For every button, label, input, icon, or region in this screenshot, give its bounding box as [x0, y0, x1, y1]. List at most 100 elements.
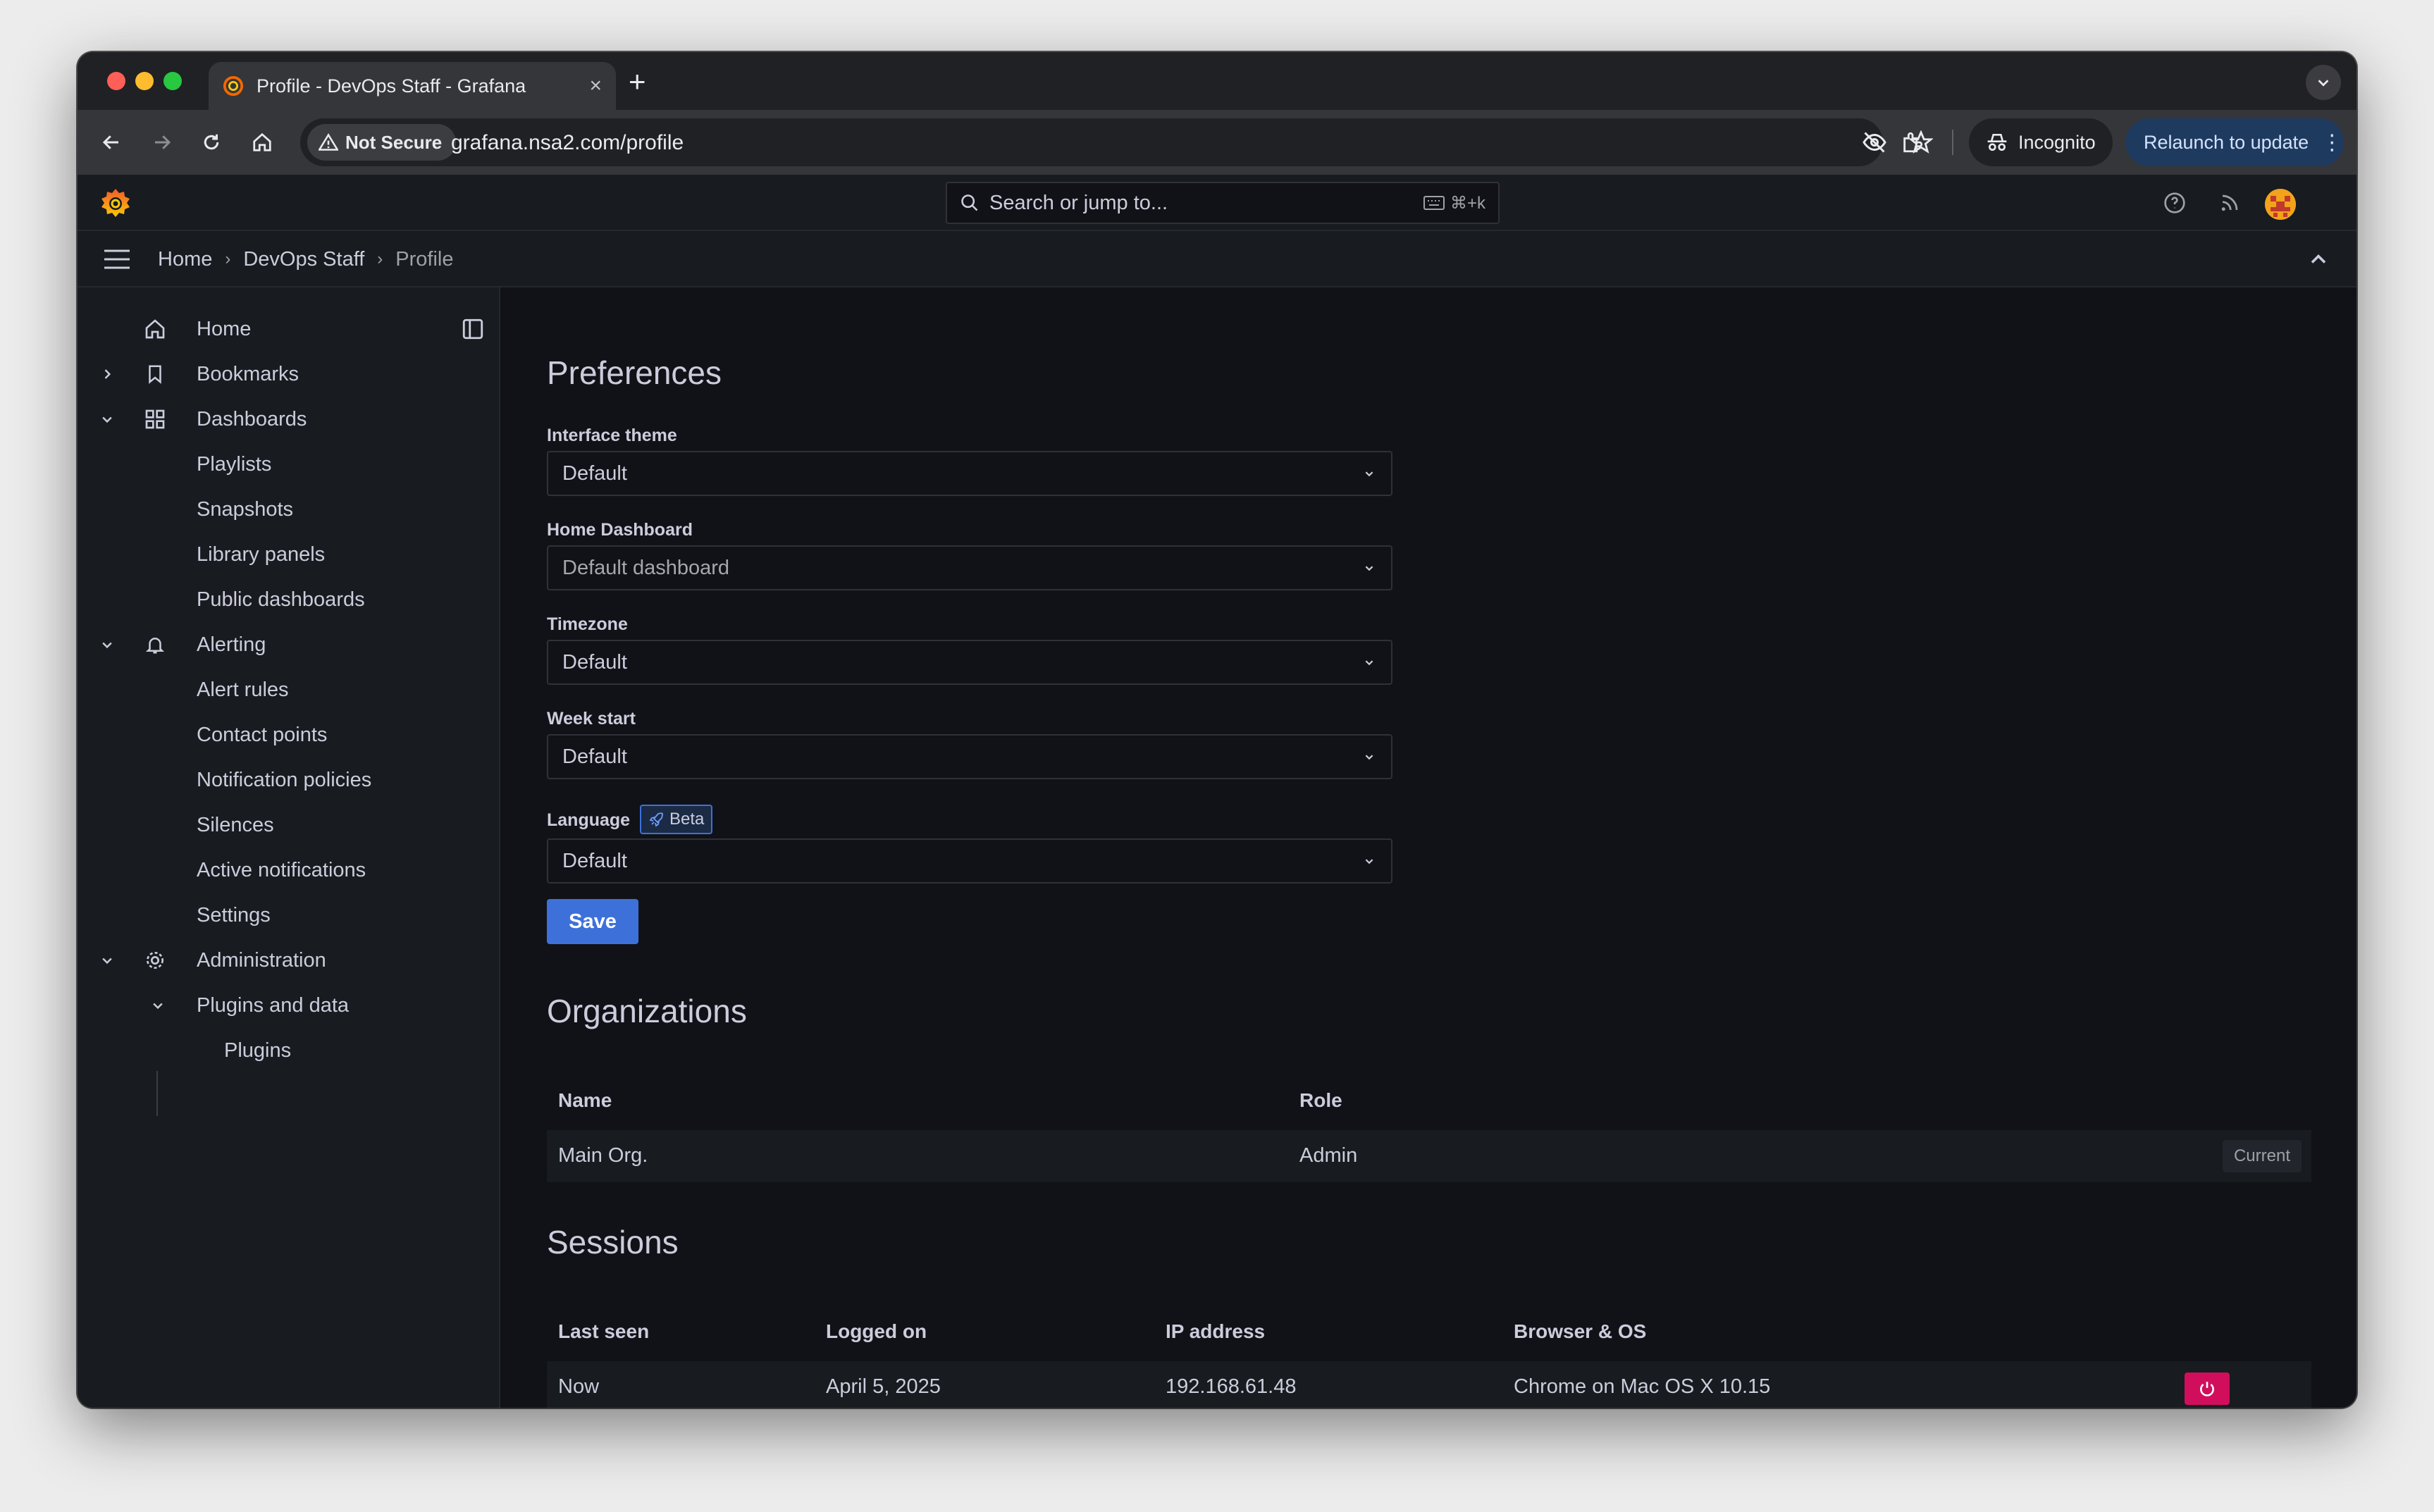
tab-close-icon[interactable]: × — [589, 74, 602, 98]
home-dashboard-value: Default dashboard — [562, 556, 729, 579]
grafana-favicon-icon — [223, 75, 244, 97]
preferences-title: Preferences — [547, 354, 722, 391]
sidebar-item-plugins-and-data[interactable]: Plugins and data — [78, 985, 500, 1026]
search-placeholder: Search or jump to... — [989, 191, 1168, 214]
sidebar-item-dashboards[interactable]: Dashboards — [78, 399, 500, 440]
sidebar-item-library-panels[interactable]: Library panels — [78, 534, 500, 575]
session-ip-cell: 192.168.61.48 — [1166, 1375, 1297, 1398]
more-vert-icon[interactable]: ⋮ — [2321, 130, 2342, 155]
interface-theme-select[interactable]: Default — [547, 451, 1392, 496]
revoke-session-button[interactable] — [2185, 1372, 2230, 1405]
chevron-down-icon — [2318, 80, 2329, 87]
beta-badge-label: Beta — [669, 810, 705, 829]
week-start-value: Default — [562, 745, 627, 768]
rss-icon[interactable] — [2217, 190, 2242, 216]
language-value: Default — [562, 849, 627, 872]
relaunch-button[interactable]: Relaunch to update ⋮ — [2125, 118, 2344, 166]
arrow-left-icon — [102, 135, 118, 149]
breadcrumb-separator: › — [225, 249, 231, 268]
save-button[interactable]: Save — [547, 899, 638, 944]
home-dashboard-select[interactable]: Default dashboard — [547, 545, 1392, 590]
sidebar-item-bookmarks[interactable]: Bookmarks — [78, 354, 500, 395]
sidebar-item-label: Settings — [197, 903, 271, 927]
tab-search-button[interactable] — [2306, 65, 2341, 100]
menu-icon[interactable] — [103, 248, 131, 271]
forward-button[interactable] — [142, 123, 182, 162]
search-input[interactable]: Search or jump to... ⌘+k — [946, 182, 1500, 224]
chevron-up-icon[interactable] — [2306, 247, 2331, 272]
security-label: Not Secure — [345, 131, 443, 153]
sidebar-item-alert-rules[interactable]: Alert rules — [78, 669, 500, 710]
language-select[interactable]: Default — [547, 838, 1392, 884]
sidebar-item-settings[interactable]: Settings — [78, 895, 500, 936]
sidebar-item-label: Silences — [197, 813, 274, 836]
breadcrumb-home[interactable]: Home — [158, 248, 212, 271]
table-row: Now April 5, 2025 192.168.61.48 Chrome o… — [547, 1361, 2311, 1408]
user-avatar-icon — [2265, 189, 2296, 220]
sidebar-item-snapshots[interactable]: Snapshots — [78, 489, 500, 530]
url-text[interactable]: grafana.nsa2.com/profile — [451, 131, 684, 155]
sidebar-item-label: Bookmarks — [197, 362, 299, 385]
minimize-window-button[interactable] — [135, 72, 154, 90]
chevron-down-icon[interactable] — [99, 636, 116, 653]
sidebar-item-label: Notification policies — [197, 768, 372, 791]
breadcrumb-bar: Home › DevOps Staff › Profile — [78, 231, 2356, 287]
home-button[interactable] — [242, 123, 282, 162]
chevron-down-icon — [1365, 566, 1373, 571]
org-header-role: Role — [1299, 1089, 1342, 1111]
breadcrumb: Home › DevOps Staff › Profile — [158, 231, 454, 287]
sidebar-item-active-notifications[interactable]: Active notifications — [78, 850, 500, 891]
chevron-right-icon[interactable] — [99, 366, 116, 383]
bookmark-icon — [142, 361, 168, 387]
sidebar-item-label: Library panels — [197, 543, 326, 566]
warning-icon — [319, 133, 338, 151]
sidebar-item-label: Contact points — [197, 723, 328, 746]
session-header-ip-address: IP address — [1166, 1320, 1266, 1342]
tab-title: Profile - DevOps Staff - Grafana — [257, 75, 526, 97]
new-tab-button[interactable]: + — [629, 65, 646, 99]
search-icon — [961, 194, 978, 211]
sidebar-item-home[interactable]: Home — [78, 309, 500, 349]
chevron-down-icon[interactable] — [99, 952, 116, 969]
rocket-icon — [649, 812, 663, 827]
browser-toolbar: Not Secure grafana.nsa2.com/profile Inco… — [78, 110, 2356, 175]
incognito-icon — [1987, 134, 2007, 151]
sidebar-item-label: Playlists — [197, 452, 272, 476]
maximize-window-button[interactable] — [163, 72, 182, 90]
address-bar[interactable]: Not Secure grafana.nsa2.com/profile — [300, 118, 1933, 166]
browser-window: Profile - DevOps Staff - Grafana × + Not… — [78, 52, 2356, 1408]
eye-off-icon[interactable] — [1860, 128, 1889, 156]
session-header-logged-on: Logged on — [826, 1320, 927, 1342]
chevron-down-icon[interactable] — [149, 997, 166, 1014]
table-row: Main Org. Admin Current — [547, 1130, 2311, 1182]
help-icon[interactable] — [2162, 190, 2187, 216]
sidebar-item-contact-points[interactable]: Contact points — [78, 714, 500, 755]
grafana-logo-icon[interactable] — [99, 186, 132, 220]
timezone-value: Default — [562, 650, 627, 674]
timezone-select[interactable]: Default — [547, 640, 1392, 685]
chevron-down-icon[interactable] — [99, 411, 116, 428]
sidebar-item-playlists[interactable]: Playlists — [78, 444, 500, 485]
sidebar-item-label: Alerting — [197, 633, 266, 656]
breadcrumb-devops-staff[interactable]: DevOps Staff — [243, 248, 364, 271]
week-start-select[interactable]: Default — [547, 734, 1392, 779]
session-last-seen-cell: Now — [558, 1375, 600, 1398]
sidebar-item-administration[interactable]: Administration — [78, 940, 500, 981]
browser-tab-profile[interactable]: Profile - DevOps Staff - Grafana × — [209, 62, 616, 110]
grafana-topbar: Search or jump to... ⌘+k — [78, 175, 2356, 231]
sidebar-item-alerting[interactable]: Alerting — [78, 624, 500, 665]
avatar[interactable] — [2265, 189, 2296, 220]
organizations-title: Organizations — [547, 993, 747, 1029]
extensions-icon[interactable] — [1898, 128, 1927, 156]
back-button[interactable] — [92, 123, 131, 162]
sidebar-item-notification-policies[interactable]: Notification policies — [78, 760, 500, 800]
toolbar-separator — [1952, 130, 1953, 155]
close-window-button[interactable] — [107, 72, 125, 90]
sidebar-item-plugins[interactable]: Plugins — [78, 1030, 500, 1071]
sidebar-item-silences[interactable]: Silences — [78, 805, 500, 845]
security-chip[interactable]: Not Secure — [307, 124, 457, 161]
incognito-chip[interactable]: Incognito — [1969, 118, 2113, 166]
home-icon — [253, 132, 271, 151]
reload-button[interactable] — [192, 123, 231, 162]
sidebar-item-public-dashboards[interactable]: Public dashboards — [78, 579, 500, 620]
